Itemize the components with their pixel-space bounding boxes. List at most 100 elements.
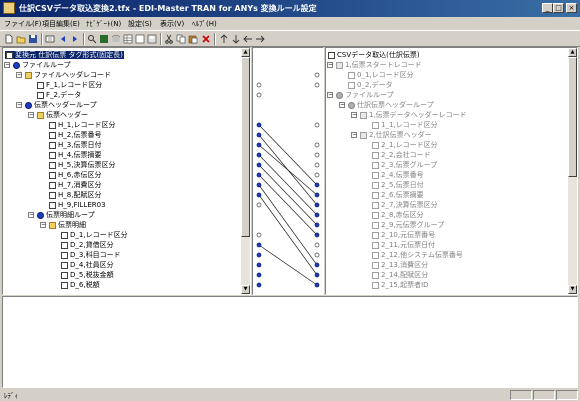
mapping-link[interactable] [258,194,318,276]
new-icon[interactable] [4,34,14,44]
unmapped-marker[interactable] [314,252,320,258]
menu-navigate[interactable]: ﾅﾋﾞｹﾞｰﾄ(N) [86,19,121,29]
unmapped-marker[interactable] [314,162,320,168]
tree-node[interactable]: H_2,伝票番号 [49,131,101,139]
mapped-marker[interactable] [314,272,320,278]
unmapped-marker[interactable] [256,82,262,88]
tree-expander[interactable]: − [4,62,10,68]
mapped-marker[interactable] [314,192,320,198]
tree-expander[interactable]: − [339,102,345,108]
table-icon[interactable] [123,34,133,44]
tree-node[interactable]: H_3,伝票日付 [49,141,101,149]
unmapped-marker[interactable] [314,242,320,248]
tree-node[interactable]: 仕訳伝票ヘッダーループ [348,101,434,109]
source-scroll-thumb[interactable] [241,57,250,237]
tree-node[interactable]: 2_9,元伝票グループ [372,221,444,229]
unmapped-marker[interactable] [314,142,320,148]
tree-node[interactable]: 0_2,データ [348,81,393,89]
mapped-marker[interactable] [314,212,320,218]
tree-node[interactable]: 変換元 仕訳伝票 タグ形式(固定長) [5,51,124,59]
tree-node[interactable]: ファイルループ [336,91,394,99]
tree-expander[interactable]: − [327,92,333,98]
target-tree-pane[interactable]: ▲ ▼ −CSVデータ取込(仕訳伝票)−1,伝票スタートレコード0_1,レコード… [325,47,578,295]
tree-node[interactable]: 伝票明細ループ [37,211,95,219]
tree-node[interactable]: 2_7,決算伝票区分 [372,201,438,209]
tree-node[interactable]: H_5,決算伝票区分 [49,161,115,169]
tree-node[interactable]: 2_11,元伝票日付 [372,241,435,249]
tree-node[interactable]: 2_5,伝票日付 [372,181,424,189]
menu-view[interactable]: 表示(V) [160,19,184,29]
tree-node[interactable]: D_1,レコード区分 [61,231,128,239]
mapping-link[interactable] [258,184,318,266]
menu-help[interactable]: ﾍﾙﾌﾟ(H) [192,19,217,29]
tree-node[interactable]: H_1,レコード区分 [49,121,115,129]
back-icon[interactable] [58,34,68,44]
forward-icon[interactable] [70,34,80,44]
mapped-marker[interactable] [256,252,262,258]
tree-node[interactable]: 2_4,伝票番号 [372,171,424,179]
tree-node[interactable]: 2_14,配賦区分 [372,271,428,279]
mapped-marker[interactable] [314,282,320,288]
unmapped-marker[interactable] [314,72,320,78]
mapped-marker[interactable] [256,122,262,128]
tree-node[interactable]: 2_1,レコード区分 [372,141,438,149]
target-scrollbar[interactable]: ▲ ▼ [568,48,577,294]
unmapped-marker[interactable] [314,172,320,178]
copy-icon[interactable] [176,34,186,44]
mapped-marker[interactable] [314,202,320,208]
tree-node[interactable]: 2_10,元伝票番号 [372,231,435,239]
down-icon[interactable] [231,34,241,44]
mapping-link[interactable] [258,174,318,236]
mapped-marker[interactable] [256,172,262,178]
tree-node[interactable]: ファイルヘッダレコード [25,71,111,79]
text-icon[interactable] [135,34,145,44]
tree-node[interactable]: 2_6,伝票摘要 [372,191,424,199]
menu-file[interactable]: ファイル(F) [4,19,42,29]
tree-node[interactable]: 2_13,消費区分 [372,261,428,269]
mapped-marker[interactable] [256,132,262,138]
mapped-marker[interactable] [256,152,262,158]
tree-node[interactable]: 2_15,起票者ID [372,281,429,289]
unmapped-marker[interactable] [314,152,320,158]
properties-icon[interactable] [45,34,55,44]
tree-node[interactable]: ファイルループ [13,61,71,69]
output-pane[interactable] [2,296,578,388]
close-button[interactable]: × [566,3,577,13]
mapped-marker[interactable] [256,262,262,268]
paste-icon[interactable] [188,34,198,44]
unmapped-marker[interactable] [256,202,262,208]
tree-node[interactable]: 2,仕訳伝票ヘッダー [360,131,432,139]
tree-node[interactable]: 1,伝票スタートレコード [336,61,422,69]
tree-expander[interactable]: − [351,132,357,138]
tree-node[interactable]: 伝票ヘッダーループ [25,101,97,109]
save-icon[interactable] [28,34,38,44]
maximize-button[interactable]: □ [553,3,564,13]
tree-node[interactable]: D_2,貸借区分 [61,241,114,249]
minimize-button[interactable]: _ [542,3,553,13]
up-icon[interactable] [219,34,229,44]
tree-node[interactable]: F_1,レコード区分 [37,81,102,89]
tree-node[interactable]: 伝票ヘッダー [37,111,88,119]
tree-node[interactable]: 2_3,伝票グループ [372,161,437,169]
mapped-marker[interactable] [256,242,262,248]
mapped-marker[interactable] [256,162,262,168]
tree-expander[interactable]: − [28,112,34,118]
tree-expander[interactable]: − [40,222,46,228]
tree-node[interactable]: D_6,税額 [61,281,100,289]
mapped-marker[interactable] [314,182,320,188]
mapped-marker[interactable] [314,232,320,238]
source-tree-pane[interactable]: ▲ ▼ 変換元 仕訳伝票 タグ形式(固定長) − ファイルループ − ファイルヘッダレコ… [2,47,251,295]
tree-node[interactable]: 1,伝票データヘッダーレコード [360,111,467,119]
tree-expander[interactable]: − [351,112,357,118]
find-icon[interactable] [87,34,97,44]
target-scroll-thumb[interactable] [568,57,577,177]
tree-node[interactable]: H_4,伝票摘要 [49,151,101,159]
tree-expander[interactable]: − [327,62,333,68]
mapping-link[interactable] [258,244,318,286]
calc-icon[interactable] [147,34,157,44]
tree-node[interactable]: H_7,消費区分 [49,181,101,189]
unmapped-marker[interactable] [256,92,262,98]
cut-icon[interactable] [164,34,174,44]
menu-edit[interactable]: 項目編集(E) [42,19,80,29]
db-icon[interactable] [111,34,121,44]
